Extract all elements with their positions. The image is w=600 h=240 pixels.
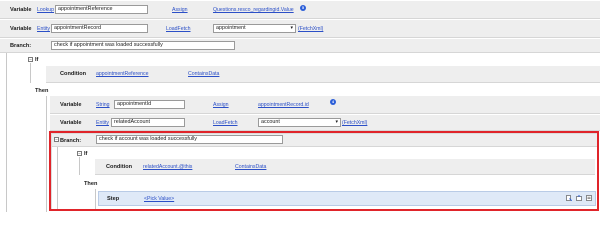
selection-highlight bbox=[49, 131, 599, 211]
operation-link[interactable]: LoadFetch bbox=[213, 120, 238, 126]
info-badge-icon[interactable]: 5 bbox=[300, 5, 306, 11]
operation-link[interactable]: LoadFetch bbox=[166, 26, 191, 32]
variable-type-link[interactable]: Entity bbox=[96, 120, 109, 126]
tree-line bbox=[46, 96, 47, 212]
operation-link[interactable]: Assign bbox=[213, 102, 229, 108]
workflow-editor: { "rows": { "var1": {"label": "Variable"… bbox=[0, 0, 600, 212]
fetchxml-link[interactable]: (FetchXml) bbox=[342, 120, 367, 126]
branch-label: Branch: bbox=[10, 43, 32, 49]
operation-link[interactable]: Assign bbox=[172, 7, 188, 13]
variable-label: Variable bbox=[10, 7, 32, 13]
variable-name-input[interactable]: relatedAccount bbox=[111, 118, 185, 127]
if-label: If bbox=[35, 57, 39, 63]
variable-label: Variable bbox=[10, 26, 32, 32]
value-link[interactable]: Questions.resco_regardingid.Value bbox=[213, 7, 294, 13]
tree-line bbox=[30, 63, 31, 83]
variable-name-input[interactable]: appointmentId bbox=[114, 100, 185, 109]
condition-operator-link[interactable]: ContainsData bbox=[188, 71, 219, 77]
variable-type-link[interactable]: String bbox=[96, 102, 110, 108]
variable-name-input[interactable]: appointmentReference bbox=[55, 5, 148, 14]
variable-type-link[interactable]: Lookup bbox=[37, 7, 54, 13]
chevron-down-icon: ▾ bbox=[290, 25, 293, 31]
collapse-icon[interactable]: − bbox=[28, 57, 33, 62]
entity-select-value: account bbox=[261, 119, 280, 125]
variable-label: Variable bbox=[60, 102, 82, 108]
chevron-down-icon: ▾ bbox=[335, 119, 338, 125]
branch-description-input[interactable]: check if appointment was loaded successf… bbox=[51, 41, 235, 50]
condition-variable-link[interactable]: appointmentReference bbox=[96, 71, 149, 77]
tree-line bbox=[6, 53, 7, 212]
entity-select[interactable]: appointment ▾ bbox=[213, 24, 296, 33]
info-badge-icon[interactable]: 4 bbox=[330, 99, 336, 105]
then-label: Then bbox=[35, 88, 49, 94]
variable-type-link[interactable]: Entity bbox=[37, 26, 50, 32]
value-link[interactable]: appointmentRecord.id bbox=[258, 102, 309, 108]
fetchxml-link[interactable]: (FetchXml) bbox=[298, 26, 323, 32]
entity-select[interactable]: account ▾ bbox=[258, 118, 341, 127]
variable-name-input[interactable]: appointmentRecord bbox=[51, 24, 148, 33]
entity-select-value: appointment bbox=[216, 25, 246, 31]
condition-label: Condition bbox=[60, 71, 87, 77]
variable-label: Variable bbox=[60, 120, 82, 126]
